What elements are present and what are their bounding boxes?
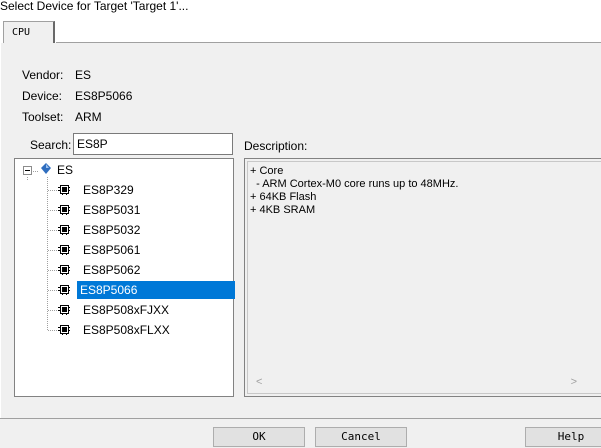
window-title: Select Device for Target 'Target 1'... [0,0,189,13]
search-input[interactable] [73,133,233,155]
chip-icon [58,325,70,335]
toolset-label: Toolset: [22,110,64,124]
tree-device-label: ES8P5032 [83,223,141,237]
description-text-area[interactable]: + Core - ARM Cortex-M0 core runs up to 4… [247,161,601,394]
tree-device-label: ES8P508xFLXX [83,323,170,337]
chip-icon [58,285,70,295]
device-value: ES8P5066 [75,89,133,103]
description-line: + Core [250,165,284,177]
tree-device-label: ES8P5062 [83,263,141,277]
help-button[interactable]: Help [525,427,601,447]
vendor-value: ES [75,68,92,82]
tree-device-label: ES8P5061 [83,243,141,257]
minus-box-icon [23,166,32,175]
toolset-value: ARM [75,110,102,124]
description-label: Description: [244,139,308,153]
tree-device-es8p5031[interactable]: ES8P5031 [15,201,233,219]
tab-cpu[interactable]: CPU [3,21,55,44]
chip-icon [58,305,70,315]
tree-device-label: ES8P508xFJXX [83,303,170,317]
tree-device-label: ES8P5031 [83,203,141,217]
scroll-left-icon[interactable]: < [256,376,262,388]
chip-icon [58,205,70,215]
tree-root-es[interactable]: ES [57,161,73,179]
search-label: Search: [30,138,72,152]
tree-device-es8p5061[interactable]: ES8P5061 [15,241,233,259]
tree-device-es8p508xfjxx[interactable]: ES8P508xFJXX [15,301,233,319]
ok-button[interactable]: OK [213,427,305,447]
cancel-button[interactable]: Cancel [315,427,407,447]
tree-device-es8p5062[interactable]: ES8P5062 [15,261,233,279]
description-line: + 64KB Flash [250,191,317,203]
description-line: + 4KB SRAM [250,204,316,216]
description-box: + Core - ARM Cortex-M0 core runs up to 4… [244,158,601,397]
tree-device-es8p5066[interactable]: ES8P5066 [15,281,235,299]
chip-icon [58,245,70,255]
description-line: - ARM Cortex-M0 core runs up to 48MHz. [250,178,459,190]
tree-device-es8p5032[interactable]: ES8P5032 [15,221,233,239]
horizontal-scrollbar[interactable]: < > [250,374,601,391]
tree-device-label: ES8P329 [83,183,134,197]
device-label: Device: [22,89,63,103]
tree-device-es8p329[interactable]: ES8P329 [15,181,233,199]
scroll-right-icon[interactable]: > [571,376,577,388]
chip-icon [58,225,70,235]
vendor-node-icon [40,162,52,174]
collapse-toggle[interactable] [23,163,33,175]
chip-icon [58,265,70,275]
tab-bar: CPU [0,21,601,45]
device-tree[interactable]: ES ES8P329 ES8P5031 ES8P5032 ES8P5061 ES8P50… [14,158,235,397]
tree-device-label: ES8P5066 [77,281,235,299]
chip-icon [58,185,70,195]
tree-device-es8p508xflxx[interactable]: ES8P508xFLXX [15,321,233,339]
vendor-label: Vendor: [22,68,64,82]
